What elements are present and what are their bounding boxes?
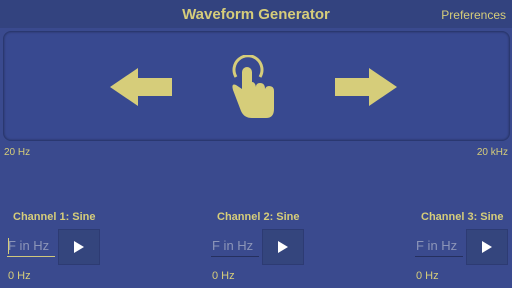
- channel-2-play-button[interactable]: [262, 229, 304, 265]
- gesture-panel[interactable]: [3, 31, 510, 141]
- play-icon: [74, 241, 84, 253]
- channel-1-play-button[interactable]: [58, 229, 100, 265]
- channel-2-frequency-readout: 0 Hz: [212, 270, 235, 282]
- channel-3-play-button[interactable]: [466, 229, 508, 265]
- play-icon: [482, 241, 492, 253]
- range-max-label: 20 kHz: [476, 147, 508, 158]
- app-title: Waveform Generator: [182, 6, 330, 23]
- right-arrow-icon[interactable]: [335, 68, 397, 106]
- channel-1-label: Channel 1: Sine: [13, 211, 96, 223]
- channel-2-frequency-input[interactable]: [211, 235, 259, 257]
- preferences-button[interactable]: Preferences: [441, 8, 506, 22]
- touch-hand-icon[interactable]: [228, 55, 276, 121]
- channel-3-frequency-input[interactable]: [415, 235, 463, 257]
- channel-3-label: Channel 3: Sine: [421, 211, 504, 223]
- channel-1-frequency-input[interactable]: [7, 235, 55, 257]
- app-header: Waveform Generator Preferences: [0, 0, 512, 28]
- range-min-label: 20 Hz: [4, 147, 31, 158]
- channel-1-frequency-readout: 0 Hz: [8, 270, 31, 282]
- text-caret: [8, 238, 9, 254]
- channel-2-label: Channel 2: Sine: [217, 211, 300, 223]
- left-arrow-icon[interactable]: [110, 68, 172, 106]
- play-icon: [278, 241, 288, 253]
- channel-3-frequency-readout: 0 Hz: [416, 270, 439, 282]
